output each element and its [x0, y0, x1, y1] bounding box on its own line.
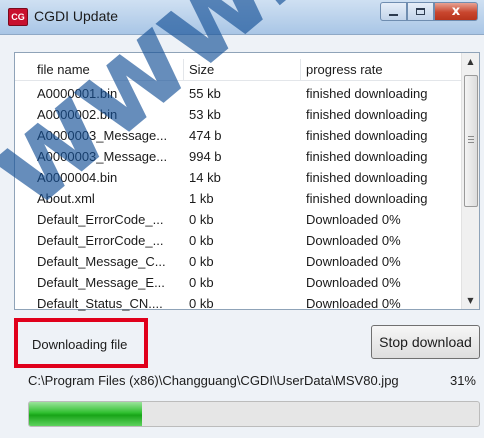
status-highlight-box: Downloading file [14, 318, 148, 368]
progress-rate-cell: finished downloading [306, 128, 428, 143]
progress-fill [29, 402, 142, 426]
progress-rate-cell: finished downloading [306, 191, 428, 206]
file-size-cell: 0 kb [189, 296, 214, 311]
file-size-cell: 474 b [189, 128, 222, 143]
minimize-button[interactable] [380, 2, 407, 21]
column-divider[interactable] [183, 59, 184, 80]
list-rows: A0000001.bin 55 kb finished downloading … [15, 83, 463, 314]
scrollbar-thumb[interactable] [464, 75, 478, 207]
list-item[interactable]: A0000003_Message... 994 b finished downl… [15, 146, 463, 167]
progress-rate-cell: Downloaded 0% [306, 254, 401, 269]
file-size-cell: 0 kb [189, 212, 214, 227]
file-size-cell: 14 kb [189, 170, 221, 185]
file-size-cell: 1 kb [189, 191, 214, 206]
file-size-cell: 0 kb [189, 254, 214, 269]
minimize-icon [389, 13, 398, 16]
file-size-cell: 0 kb [189, 275, 214, 290]
window-title: CGDI Update [34, 8, 119, 24]
list-item[interactable]: A0000001.bin 55 kb finished downloading [15, 83, 463, 104]
progress-rate-cell: Downloaded 0% [306, 275, 401, 290]
scroll-down-icon[interactable]: ▼ [462, 292, 479, 309]
window-controls: x [380, 2, 478, 22]
progress-rate-cell: finished downloading [306, 107, 428, 122]
close-button[interactable]: x [434, 2, 478, 21]
file-name-cell: A0000003_Message... [37, 149, 168, 164]
file-name-cell: Default_ErrorCode_... [37, 233, 164, 248]
progress-rate-cell: Downloaded 0% [306, 233, 401, 248]
file-name-cell: About.xml [37, 191, 95, 206]
progress-rate-cell: Downloaded 0% [306, 296, 401, 311]
grip-line [468, 142, 474, 143]
file-list[interactable]: file name Size progress rate A0000001.bi… [14, 52, 480, 311]
file-name-cell: A0000003_Message... [37, 128, 168, 143]
list-item[interactable]: A0000002.bin 53 kb finished downloading [15, 104, 463, 125]
file-name-cell: A0000002.bin [37, 107, 118, 122]
list-item[interactable]: A0000004.bin 14 kb finished downloading [15, 167, 463, 188]
list-item[interactable]: Default_ErrorCode_... 0 kb Downloaded 0% [15, 209, 463, 230]
column-header-progress-rate[interactable]: progress rate [306, 62, 383, 77]
file-size-cell: 0 kb [189, 233, 214, 248]
list-item[interactable]: Default_Message_C... 0 kb Downloaded 0% [15, 251, 463, 272]
progress-percent: 31% [449, 373, 476, 388]
maximize-button[interactable] [407, 2, 434, 21]
scroll-up-icon[interactable]: ▲ [462, 53, 479, 70]
title-bar[interactable]: CG CGDI Update x [0, 0, 484, 35]
list-item[interactable]: About.xml 1 kb finished downloading [15, 188, 463, 209]
stop-download-button[interactable]: Stop download [371, 325, 480, 359]
progress-rate-cell: finished downloading [306, 170, 428, 185]
column-header-size[interactable]: Size [189, 62, 214, 77]
column-divider[interactable] [300, 59, 301, 80]
list-item[interactable]: Default_Status_CN.... 0 kb Downloaded 0% [15, 293, 463, 314]
file-name-cell: Default_Message_E... [37, 275, 165, 290]
file-name-cell: Default_Message_C... [37, 254, 166, 269]
current-file-path: C:\Program Files (x86)\Changguang\CGDI\U… [28, 373, 399, 388]
list-header: file name Size progress rate [15, 59, 463, 81]
grip-line [468, 139, 474, 140]
progress-rate-cell: finished downloading [306, 86, 428, 101]
list-item[interactable]: Default_ErrorCode_... 0 kb Downloaded 0% [15, 230, 463, 251]
column-header-file-name[interactable]: file name [37, 62, 90, 77]
file-name-cell: A0000001.bin [37, 86, 118, 101]
file-size-cell: 55 kb [189, 86, 221, 101]
progress-rate-cell: Downloaded 0% [306, 212, 401, 227]
file-name-cell: A0000004.bin [37, 170, 118, 185]
file-size-cell: 994 b [189, 149, 222, 164]
maximize-icon [416, 8, 425, 15]
file-name-cell: Default_ErrorCode_... [37, 212, 164, 227]
download-progress-bar [28, 401, 480, 427]
vertical-scrollbar[interactable]: ▲ ▼ [461, 53, 479, 309]
list-item[interactable]: Default_Message_E... 0 kb Downloaded 0% [15, 272, 463, 293]
status-label: Downloading file [32, 337, 128, 352]
progress-rate-cell: finished downloading [306, 149, 428, 164]
grip-line [468, 136, 474, 137]
close-icon: x [451, 4, 461, 19]
cgdi-app-icon: CG [8, 8, 28, 26]
cgdi-update-window: CG CGDI Update x file name Size progress… [0, 0, 484, 438]
file-size-cell: 53 kb [189, 107, 221, 122]
list-item[interactable]: A0000003_Message... 474 b finished downl… [15, 125, 463, 146]
file-name-cell: Default_Status_CN.... [37, 296, 163, 311]
